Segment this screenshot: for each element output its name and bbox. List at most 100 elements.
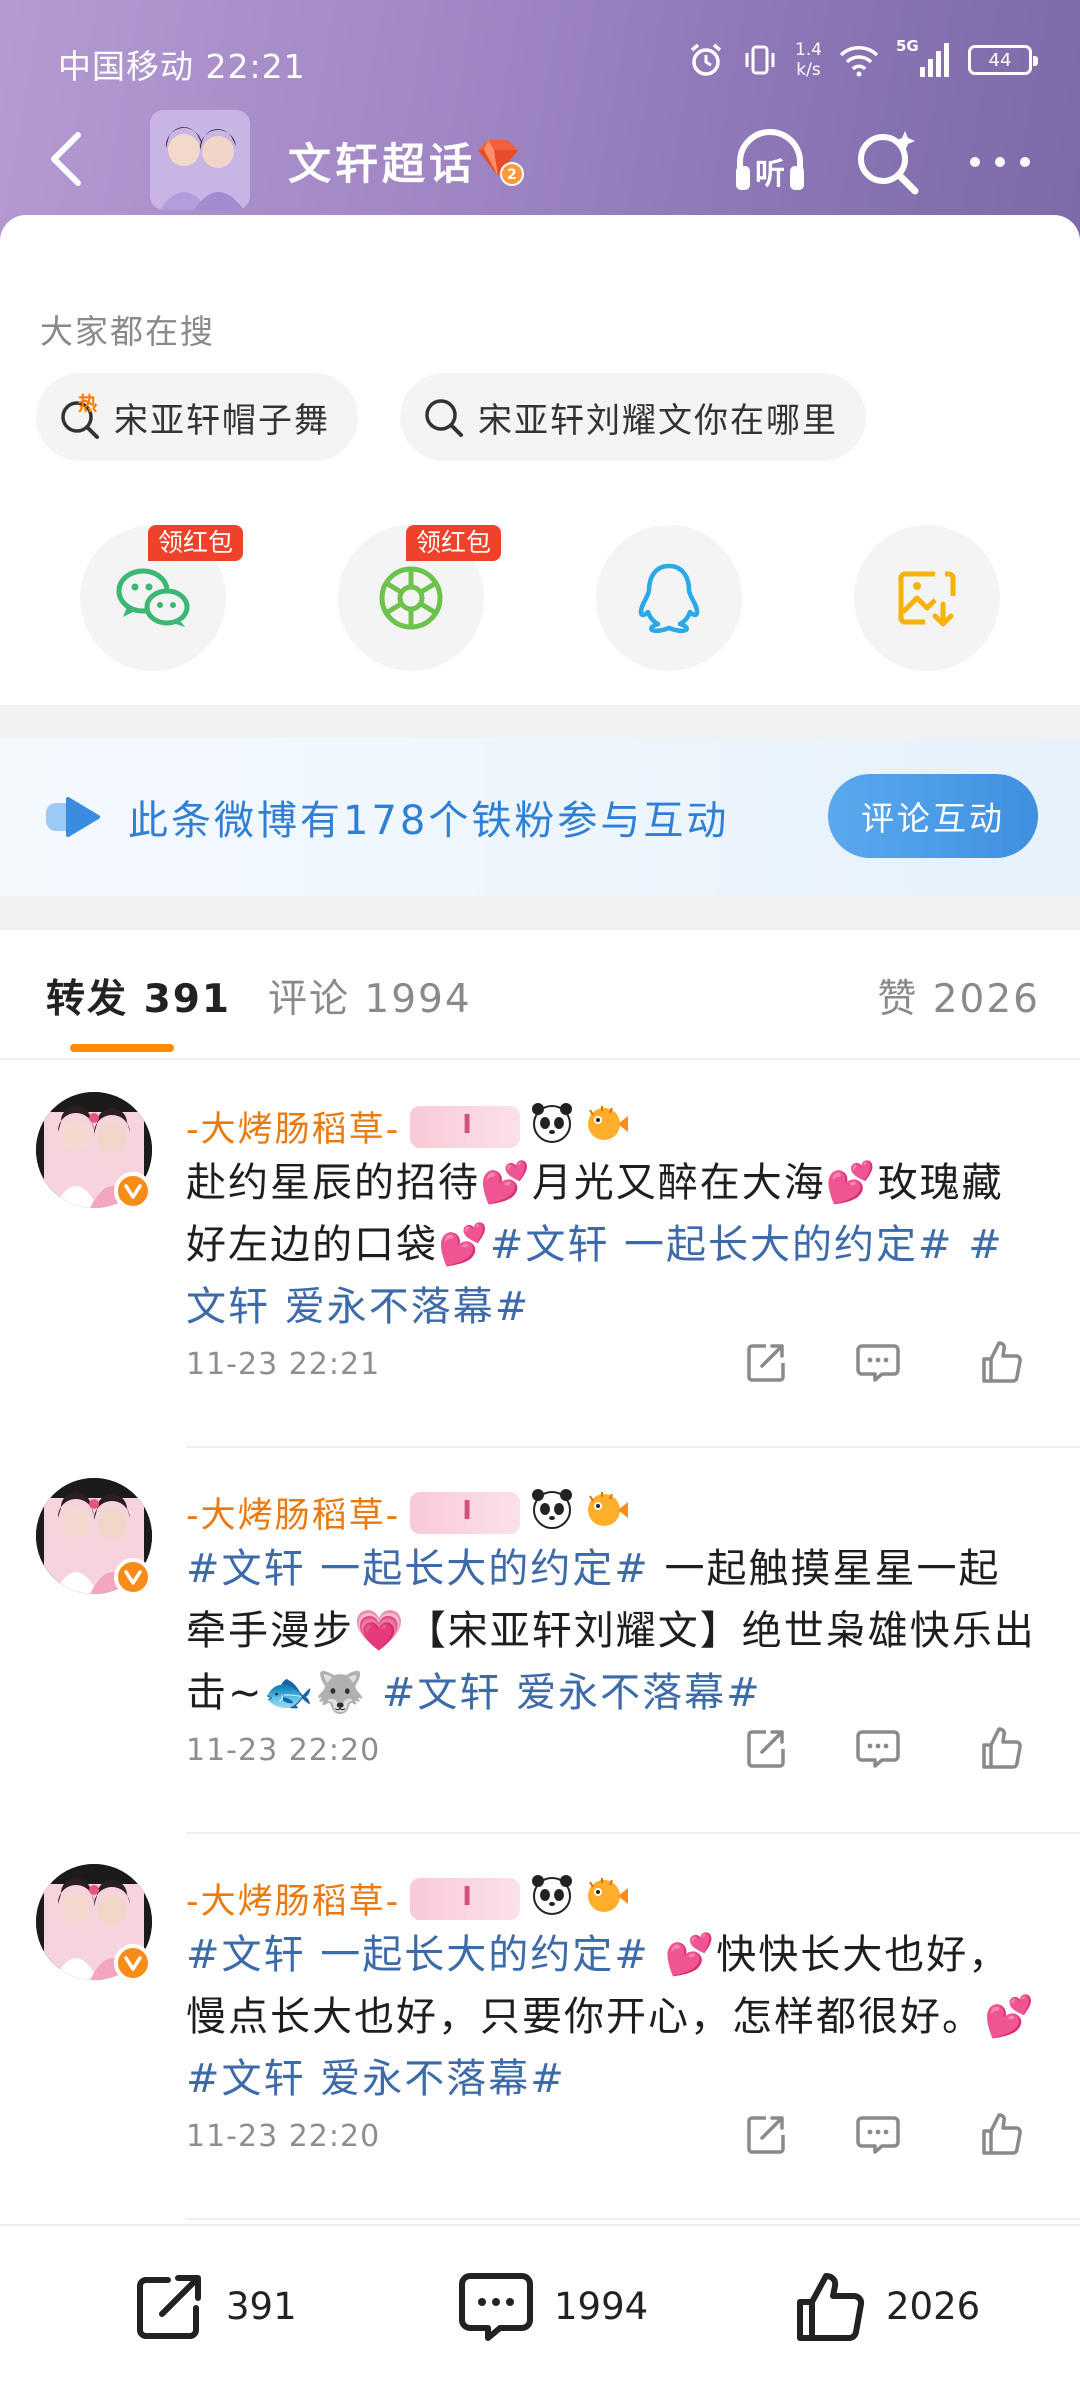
emoji: 💕 bbox=[438, 1222, 490, 1268]
share-button[interactable] bbox=[736, 1718, 796, 1778]
thumbs-up-icon bbox=[797, 2273, 865, 2341]
alarm-icon bbox=[690, 43, 722, 76]
share-icon bbox=[747, 2116, 785, 2154]
share-button[interactable] bbox=[736, 2104, 796, 2164]
carrier-time: 中国移动 22:21 bbox=[58, 47, 306, 86]
search-button[interactable] bbox=[846, 120, 930, 204]
pufferfish-icon bbox=[584, 1486, 630, 1539]
pufferfish-icon bbox=[584, 1100, 630, 1153]
fan-interaction-text: 此条微博有178个铁粉参与互动 bbox=[128, 798, 730, 844]
comment-icon bbox=[856, 1730, 900, 1768]
like-button[interactable] bbox=[972, 2104, 1032, 2164]
hot-label: 热 bbox=[78, 393, 100, 415]
fan-badge-icon bbox=[410, 1491, 521, 1534]
emoji: 🐟🐺 bbox=[263, 1670, 368, 1716]
emoji: 💕 bbox=[825, 1160, 878, 1206]
like-button[interactable] bbox=[972, 1718, 1032, 1778]
panda-icon bbox=[530, 1486, 574, 1539]
tab-likes[interactable]: 赞 2026 bbox=[877, 968, 1040, 1024]
nav-bar: 文轩超话 2 听 bbox=[0, 110, 1080, 210]
cell-signal: 5G bbox=[896, 37, 952, 79]
topic-avatar[interactable] bbox=[150, 110, 250, 210]
username: -大烤肠稻草- bbox=[186, 1882, 401, 1922]
battery-indicator: 44 bbox=[968, 45, 1038, 75]
repost-timestamp: 11-23 22:20 bbox=[186, 1733, 381, 1768]
comment-button[interactable] bbox=[848, 1718, 908, 1778]
emoji: 💕 bbox=[984, 1994, 1036, 2040]
comment-button[interactable] bbox=[848, 1332, 908, 1392]
topic-hashtag-link[interactable]: #文轩 爱永不落幕# bbox=[382, 1670, 762, 1716]
search-hint-label: 大家都在搜 bbox=[40, 312, 215, 351]
topic-hashtag-link[interactable]: #文轩 一起长大的约定# bbox=[186, 1932, 650, 1978]
more-dots-icon bbox=[970, 157, 1030, 167]
wechat-icon bbox=[116, 568, 190, 627]
listen-label: 听 bbox=[755, 157, 785, 192]
repost-count: 391 bbox=[226, 2284, 297, 2328]
username: -大烤肠稻草- bbox=[186, 1110, 401, 1150]
level-badge: 2 bbox=[472, 134, 524, 186]
back-arrow-icon bbox=[51, 132, 81, 186]
comment-button[interactable] bbox=[848, 2104, 908, 2164]
headphones-icon: 听 bbox=[736, 129, 804, 192]
topic-hashtag-link[interactable]: #文轩 一起长大的约定# bbox=[490, 1222, 954, 1268]
repost-item[interactable]: -大烤肠稻草-赴约星辰的招待💕月光又醉在大海💕玫瑰藏好左边的口袋💕#文轩 一起长… bbox=[0, 1062, 1080, 1448]
text-segment bbox=[367, 1670, 382, 1716]
fan-badge-icon bbox=[410, 1877, 521, 1920]
comment-icon bbox=[856, 2116, 900, 2154]
pufferfish-icon bbox=[584, 1872, 630, 1925]
topic-header: 中国移动 22:21 1.4 k/s 5G 44 文轩超话 2 听 bbox=[0, 0, 1080, 250]
back-button[interactable] bbox=[36, 124, 96, 194]
save-image-button[interactable] bbox=[854, 525, 1000, 671]
status-icons: 1.4 k/s 5G 44 bbox=[687, 34, 1038, 86]
like-button[interactable]: 2026 bbox=[792, 2266, 980, 2346]
repost-button[interactable]: 391 bbox=[132, 2266, 297, 2346]
badge-level: 2 bbox=[507, 167, 517, 183]
username-row[interactable]: -大烤肠稻草- bbox=[186, 1100, 630, 1153]
qq-icon bbox=[638, 563, 700, 634]
comment-interact-button[interactable]: 评论互动 bbox=[828, 774, 1038, 858]
topic-hashtag-link[interactable]: #文轩 一起长大的约定# bbox=[186, 1546, 650, 1592]
share-button[interactable] bbox=[736, 1332, 796, 1392]
repost-item[interactable]: -大烤肠稻草-#文轩 一起长大的约定# 一起触摸星星一起牵手漫步💗【宋亚轩刘耀文… bbox=[0, 1448, 1080, 1834]
panda-icon bbox=[530, 1872, 574, 1925]
diamond-level-icon: 2 bbox=[478, 140, 524, 186]
more-button[interactable] bbox=[958, 120, 1042, 204]
verified-badge-icon bbox=[114, 1172, 152, 1210]
wifi-icon bbox=[839, 46, 879, 77]
tab-reposts[interactable]: 转发 391 bbox=[46, 968, 231, 1024]
search-chip[interactable]: 宋亚轩刘耀文你在哪里 bbox=[400, 373, 866, 461]
text-segment: 月光又醉在大海 bbox=[531, 1160, 826, 1206]
repost-text: 赴约星辰的招待💕月光又醉在大海💕玫瑰藏好左边的口袋💕#文轩 一起长大的约定# #… bbox=[186, 1152, 1036, 1338]
repost-timestamp: 11-23 22:21 bbox=[186, 1347, 381, 1382]
search-share-panel: 大家都在搜 热 宋亚轩帽子舞 宋亚轩刘耀文你在哪里 领红包 领红包 bbox=[0, 215, 1080, 705]
thumbs-up-icon bbox=[982, 1727, 1022, 1769]
bottom-action-bar: 391 1994 2026 bbox=[0, 2224, 1080, 2388]
section-divider bbox=[0, 705, 1080, 738]
search-icon bbox=[425, 399, 463, 437]
share-qq-button[interactable] bbox=[596, 525, 742, 671]
text-segment bbox=[954, 1222, 969, 1268]
moments-icon bbox=[379, 566, 443, 630]
text-segment: 赴约星辰的招待 bbox=[186, 1160, 480, 1206]
emoji: 💗 bbox=[354, 1608, 406, 1654]
comment-icon bbox=[856, 1344, 900, 1382]
search-chip-label: 宋亚轩刘耀文你在哪里 bbox=[478, 400, 838, 441]
share-icon bbox=[747, 1344, 785, 1382]
repost-text: #文轩 一起长大的约定# 一起触摸星星一起牵手漫步💗【宋亚轩刘耀文】绝世枭雄快乐… bbox=[186, 1538, 1036, 1724]
listen-button[interactable]: 听 bbox=[728, 120, 812, 204]
comment-button[interactable]: 1994 bbox=[456, 2266, 648, 2346]
search-chip-hot[interactable]: 热 宋亚轩帽子舞 bbox=[36, 373, 358, 461]
text-segment bbox=[650, 1932, 665, 1978]
topic-avatar-image bbox=[150, 110, 250, 210]
comment-icon bbox=[459, 2273, 533, 2341]
topic-hashtag-link[interactable]: #文轩 爱永不落幕# bbox=[186, 2056, 566, 2102]
like-button[interactable] bbox=[972, 1332, 1032, 1392]
username-row[interactable]: -大烤肠稻草- bbox=[186, 1872, 630, 1925]
repost-text: #文轩 一起长大的约定# 💕快快长大也好，慢点长大也好，只要你开心，怎样都很好。… bbox=[186, 1924, 1036, 2110]
topic-title: 文轩超话 bbox=[288, 140, 476, 190]
repost-item[interactable]: -大烤肠稻草-#文轩 一起长大的约定# 💕快快长大也好，慢点长大也好，只要你开心… bbox=[0, 1834, 1080, 2220]
username-row[interactable]: -大烤肠稻草- bbox=[186, 1486, 630, 1539]
section-divider bbox=[0, 896, 1080, 930]
tab-comments[interactable]: 评论 1994 bbox=[268, 968, 472, 1024]
search-sparkle-icon bbox=[858, 131, 919, 195]
